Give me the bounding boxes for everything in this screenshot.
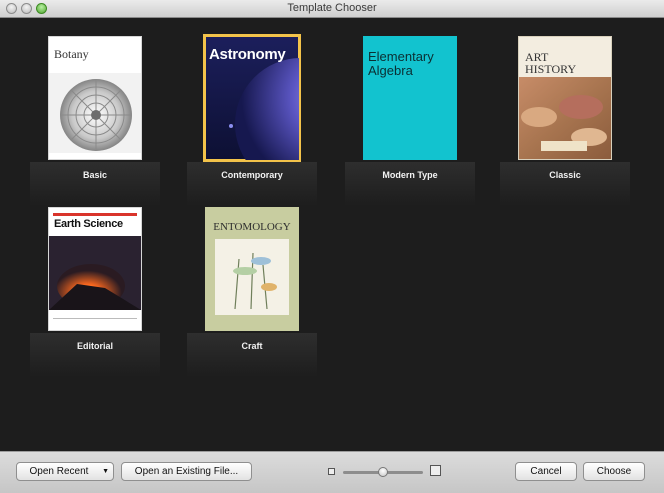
template-label: Craft [241,341,263,351]
bottom-bar: Open Recent ▼ Open an Existing File... C… [0,451,664,493]
editorial-cover: Earth Science [48,207,142,331]
template-modern-type[interactable]: Elementary Algebra Modern Type [345,36,475,206]
chevron-down-icon: ▼ [102,468,109,475]
title-bar: Template Chooser [0,0,664,18]
large-thumbnail-icon[interactable] [430,465,441,476]
zoom-slider-knob[interactable] [378,467,388,477]
open-existing-file-button[interactable]: Open an Existing File... [121,462,252,481]
template-label: Classic [549,170,581,180]
template-editorial[interactable]: Earth Science Editorial [30,207,160,377]
flower-image-icon [49,73,141,153]
volcano-image-icon [49,236,141,310]
template-grid: Botany Basic Astronomy Contemporary Elem… [0,18,664,451]
basic-cover-title: Botany [54,47,89,61]
template-basic[interactable]: Botany Basic [30,36,160,206]
template-label: Modern Type [382,170,438,180]
fresco-image-icon [519,77,611,159]
template-classic[interactable]: ART HISTORY Classic [500,36,630,206]
small-thumbnail-icon[interactable] [328,468,335,475]
template-craft[interactable]: ENTOMOLOGY Craft [187,207,317,377]
template-contemporary[interactable]: Astronomy Contemporary [187,34,317,206]
choose-button[interactable]: Choose [583,462,645,481]
craft-cover-title: ENTOMOLOGY [213,221,291,233]
template-label: Basic [82,170,108,180]
dragonfly-image-icon [215,239,289,315]
modern-type-cover: Elementary Algebra [363,36,457,160]
classic-cover-title: ART HISTORY [525,50,577,76]
cancel-button[interactable]: Cancel [515,462,577,481]
contemporary-cover-title: Astronomy [209,46,286,63]
window-title: Template Chooser [287,2,377,14]
open-recent-button[interactable]: Open Recent ▼ [16,462,114,481]
classic-cover: ART HISTORY [518,36,612,160]
basic-cover: Botany [48,36,142,160]
editorial-cover-title: Earth Science [54,218,123,230]
template-label: Contemporary [221,170,283,180]
template-label: Editorial [76,341,113,351]
modern-type-cover-title: Elementary Algebra [368,49,434,78]
craft-cover: ENTOMOLOGY [205,207,299,331]
template-chooser-window: Template Chooser Botany Basic Astronomy … [0,0,664,493]
contemporary-cover: Astronomy [203,34,301,162]
